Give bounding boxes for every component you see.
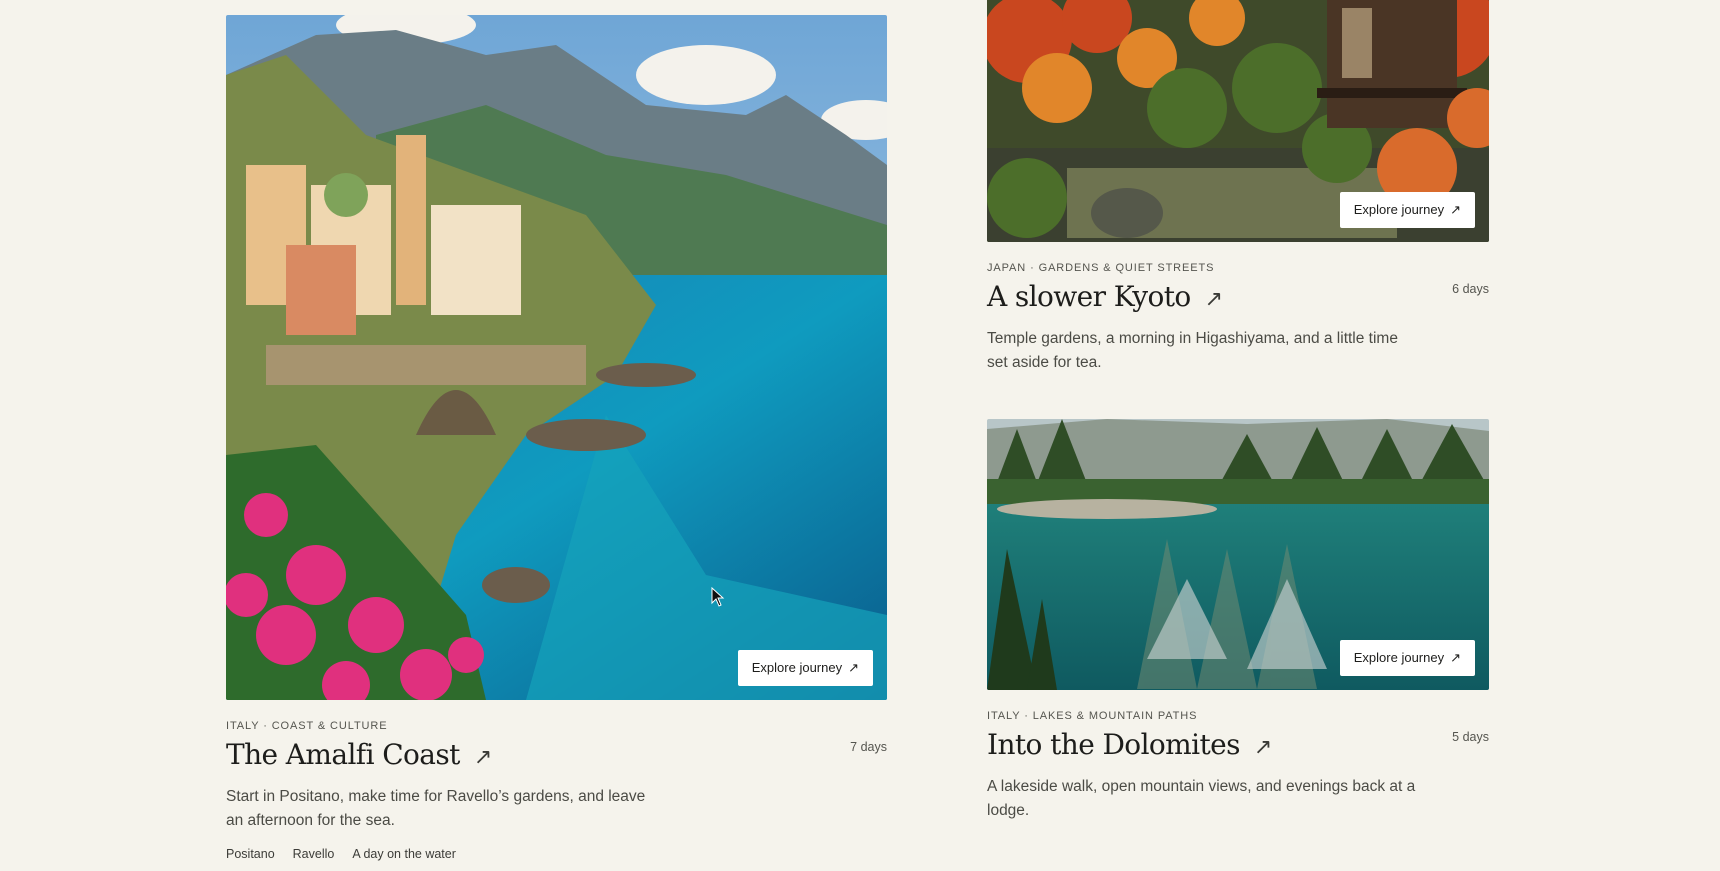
journey-eyebrow: JAPAN · GARDENS & QUIET STREETS [987,262,1215,274]
journey-description: Temple gardens, a morning in Higashiyama… [987,330,1398,371]
journey-duration: 5 days [1452,730,1489,744]
explore-journey-button[interactable]: Explore journey ↗ [1339,192,1475,228]
explore-journey-button[interactable]: Explore journey ↗ [1339,640,1475,676]
journey-tag: Ravello [292,847,335,861]
amalfi-coast-photo[interactable]: Explore journey ↗ [226,15,887,700]
arrow-up-right-icon[interactable]: ↗ [1254,735,1272,760]
dolomites-lake-photo[interactable]: Explore journey ↗ [987,419,1489,690]
arrow-up-right-icon[interactable]: ↗ [474,745,492,770]
journey-meta: ITALY · LAKES & MOUNTAIN PATHS 5 days In… [987,710,1489,823]
explore-journey-label: Explore journey [1353,650,1445,665]
journey-title[interactable]: The Amalfi Coast [226,738,460,771]
journey-card-kyoto[interactable]: Explore journey ↗ JAPAN · GARDENS & QUIET… [987,0,1489,375]
journey-eyebrow: ITALY · COAST & CULTURE [226,720,388,732]
journey-card-amalfi[interactable]: Explore journey ↗ ITALY · COAST & CULTURE… [226,15,887,861]
kyoto-garden-photo[interactable]: Explore journey ↗ [987,0,1489,242]
journey-title[interactable]: Into the Dolomites [987,728,1240,761]
journey-title-row[interactable]: The Amalfi Coast ↗ [226,738,887,771]
arrow-up-right-icon[interactable]: ↗ [1205,287,1223,312]
journey-tag: Positano [226,847,275,861]
arrow-up-right-icon: ↗ [848,660,859,675]
journey-meta: JAPAN · GARDENS & QUIET STREETS 6 days A… [987,262,1489,375]
journey-title-row[interactable]: Into the Dolomites ↗ [987,728,1489,761]
journey-card-dolomites[interactable]: Explore journey ↗ ITALY · LAKES & MOUNTAI… [987,419,1489,823]
journey-title-row[interactable]: A slower Kyoto ↗ [987,280,1489,313]
journey-meta: ITALY · COAST & CULTURE 7 days The Amalf… [226,720,887,861]
mouse-cursor-icon [711,587,725,607]
journey-duration: 6 days [1452,282,1489,296]
journey-tag: A day on the water [352,847,456,861]
journey-description: Start in Positano, make time for Ravello… [226,788,646,829]
journey-title[interactable]: A slower Kyoto [987,280,1191,313]
journey-description: A lakeside walk, open mountain views, an… [987,778,1416,819]
arrow-up-right-icon: ↗ [1450,202,1461,217]
journey-duration: 7 days [850,740,887,754]
journey-eyebrow: ITALY · LAKES & MOUNTAIN PATHS [987,710,1198,722]
journey-tags: Positano Ravello A day on the water [226,847,887,861]
arrow-up-right-icon: ↗ [1450,650,1461,665]
explore-journey-label: Explore journey [1353,202,1445,217]
explore-journey-button[interactable]: Explore journey ↗ [737,650,873,686]
journeys-page: Explore journey ↗ ITALY · COAST & CULTURE… [0,0,1720,871]
explore-journey-label: Explore journey [751,660,843,675]
